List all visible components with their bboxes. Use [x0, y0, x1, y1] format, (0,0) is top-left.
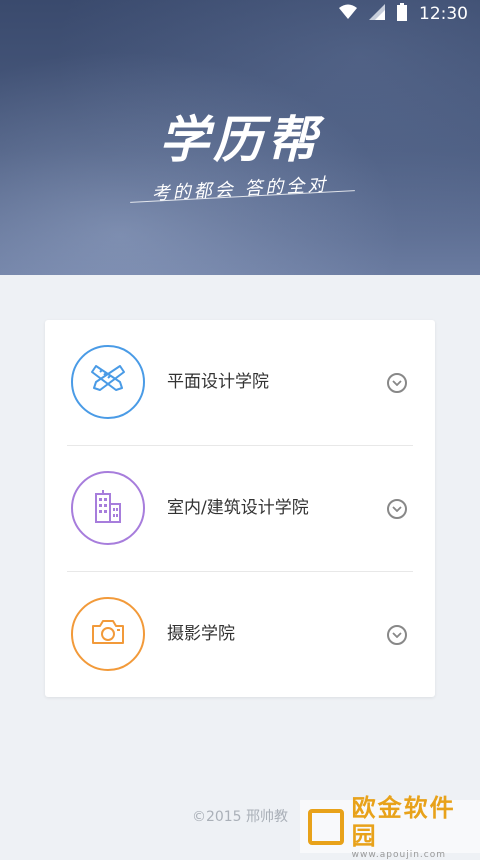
building-icon: [92, 488, 124, 528]
app-logo-title: 学历帮: [159, 111, 321, 169]
college-label: 摄影学院: [167, 624, 235, 644]
clock: 12:30: [419, 4, 468, 24]
drafting-tools-icon: [88, 364, 128, 400]
chevron-down-icon[interactable]: [387, 373, 407, 393]
watermark-name: 欧金软件园: [351, 793, 456, 850]
college-icon-circle: [71, 471, 145, 545]
college-item-interior-architecture[interactable]: 室内/建筑设计学院: [45, 446, 435, 571]
battery-icon: [397, 2, 407, 26]
college-item-graphic-design[interactable]: 平面设计学院: [45, 320, 435, 445]
college-icon-circle: [71, 597, 145, 671]
watermark-logo-icon: [308, 808, 344, 845]
wifi-icon: [339, 4, 357, 25]
signal-icon: [369, 3, 385, 25]
chevron-down-icon[interactable]: [387, 625, 407, 645]
chevron-down-icon[interactable]: [387, 499, 407, 519]
college-label: 平面设计学院: [167, 372, 269, 392]
college-icon-circle: [71, 345, 145, 419]
watermark: 欧金软件园 www.apoujin.com: [300, 794, 480, 860]
hero-banner: 12:30 学历帮 考的都会 答的全对: [0, 0, 480, 275]
status-bar: 12:30: [0, 0, 480, 28]
camera-icon: [90, 618, 126, 650]
watermark-url: www.apoujin.com: [351, 849, 446, 860]
college-list-card: 平面设计学院 室内/建筑设计学院 摄影学院: [45, 320, 435, 697]
college-label: 室内/建筑设计学院: [167, 498, 309, 518]
college-item-photography[interactable]: 摄影学院: [45, 572, 435, 697]
